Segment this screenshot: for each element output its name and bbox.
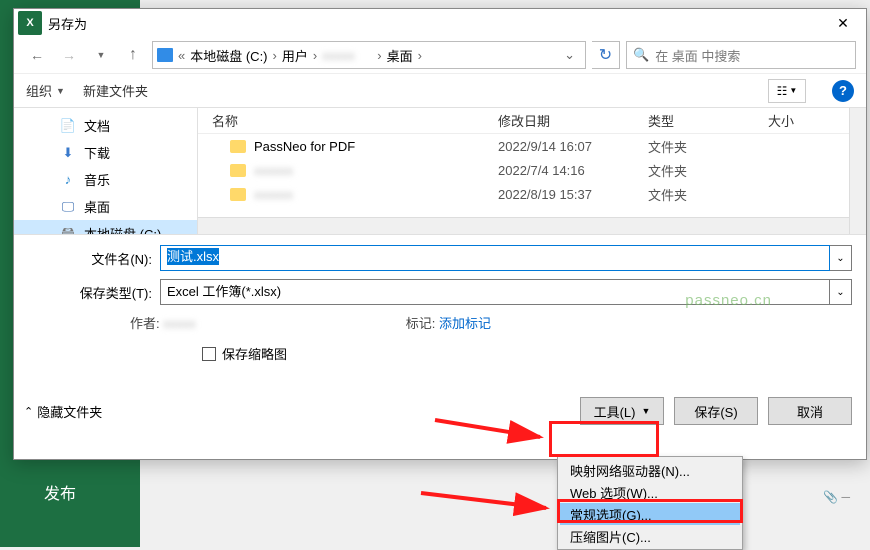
tree-item[interactable]: 📄文档 (14, 112, 197, 139)
save-button[interactable]: 保存(S) (674, 397, 758, 425)
menu-item[interactable]: 压缩图片(C)... (560, 525, 740, 547)
highlight-box-general (557, 499, 743, 523)
filename-dd[interactable]: ⌄ (830, 245, 852, 271)
tags-label: 标记: (406, 316, 436, 331)
watermark: passneo.cn (685, 292, 772, 309)
col-size[interactable]: 大小 (768, 111, 826, 130)
thumbnail-checkbox[interactable] (202, 347, 216, 361)
highlight-box-tools (549, 421, 659, 457)
up-button[interactable]: ↑ (120, 42, 146, 68)
close-button[interactable]: ✕ (820, 9, 866, 37)
view-button[interactable]: ☷ ▼ (768, 79, 806, 103)
tree-item[interactable]: 🖴本地磁盘 (C:) (14, 220, 197, 234)
tree-item[interactable]: ⬇下载 (14, 139, 197, 166)
horizontal-scrollbar[interactable] (198, 217, 866, 234)
vertical-scrollbar[interactable] (849, 108, 866, 234)
pc-icon (157, 48, 173, 62)
author-label: 作者: (130, 316, 160, 331)
col-type[interactable]: 类型 (648, 111, 768, 130)
col-name[interactable]: 名称 (198, 111, 498, 130)
organize-button[interactable]: 组织▼ (26, 81, 65, 100)
filename-input[interactable]: 测试.xlsx (160, 245, 830, 271)
search-input[interactable]: 🔍 在 桌面 中搜索 (626, 41, 856, 69)
cancel-button[interactable]: 取消 (768, 397, 852, 425)
new-folder-button[interactable]: 新建文件夹 (83, 81, 148, 100)
filename-label: 文件名(N): (74, 249, 160, 268)
chevron-down-icon: ⌃ (24, 405, 33, 418)
file-list[interactable]: 名称 修改日期 类型 大小 PassNeo for PDF2022/9/14 1… (198, 108, 866, 234)
window-title: 另存为 (48, 14, 87, 33)
recent-dd[interactable]: ▼ (88, 42, 114, 68)
bg-attach-icon: 📎 ─ (823, 490, 850, 504)
filetype-label: 保存类型(T): (74, 283, 160, 302)
breadcrumb[interactable]: « 本地磁盘 (C:)› 用户› xxxxx› 桌面› ⌄ (152, 41, 586, 69)
table-row[interactable]: PassNeo for PDF2022/9/14 16:07文件夹 (198, 134, 866, 158)
search-icon: 🔍 (633, 47, 649, 63)
help-button[interactable]: ? (832, 80, 854, 102)
tree-item[interactable]: ♪音乐 (14, 166, 197, 193)
menu-item[interactable]: 映射网络驱动器(N)... (560, 459, 740, 481)
forward-button[interactable]: → (56, 42, 82, 68)
refresh-button[interactable]: ↻ (592, 41, 620, 69)
folder-tree[interactable]: 📄文档⬇下载♪音乐🖵桌面🖴本地磁盘 (C:) (14, 108, 198, 234)
hide-folders-toggle[interactable]: ⌃ 隐藏文件夹 (24, 402, 102, 421)
table-row[interactable]: xxxxxx2022/7/4 14:16文件夹 (198, 158, 866, 182)
bg-publish-label: 发布 (44, 480, 76, 504)
add-tags-link[interactable]: 添加标记 (439, 316, 491, 331)
arrow-2 (416, 488, 556, 518)
save-as-dialog: X 另存为 ✕ ← → ▼ ↑ « 本地磁盘 (C:)› 用户› xxxxx› … (13, 8, 867, 460)
filetype-dd[interactable]: ⌄ (830, 279, 852, 305)
thumbnail-label: 保存缩略图 (222, 344, 287, 363)
arrow-1 (430, 415, 550, 445)
tree-item[interactable]: 🖵桌面 (14, 193, 197, 220)
author-value[interactable]: xxxxx (163, 316, 196, 331)
col-date[interactable]: 修改日期 (498, 111, 648, 130)
excel-icon: X (18, 11, 42, 35)
back-button[interactable]: ← (24, 42, 50, 68)
table-row[interactable]: xxxxxx2022/8/19 15:37文件夹 (198, 182, 866, 206)
